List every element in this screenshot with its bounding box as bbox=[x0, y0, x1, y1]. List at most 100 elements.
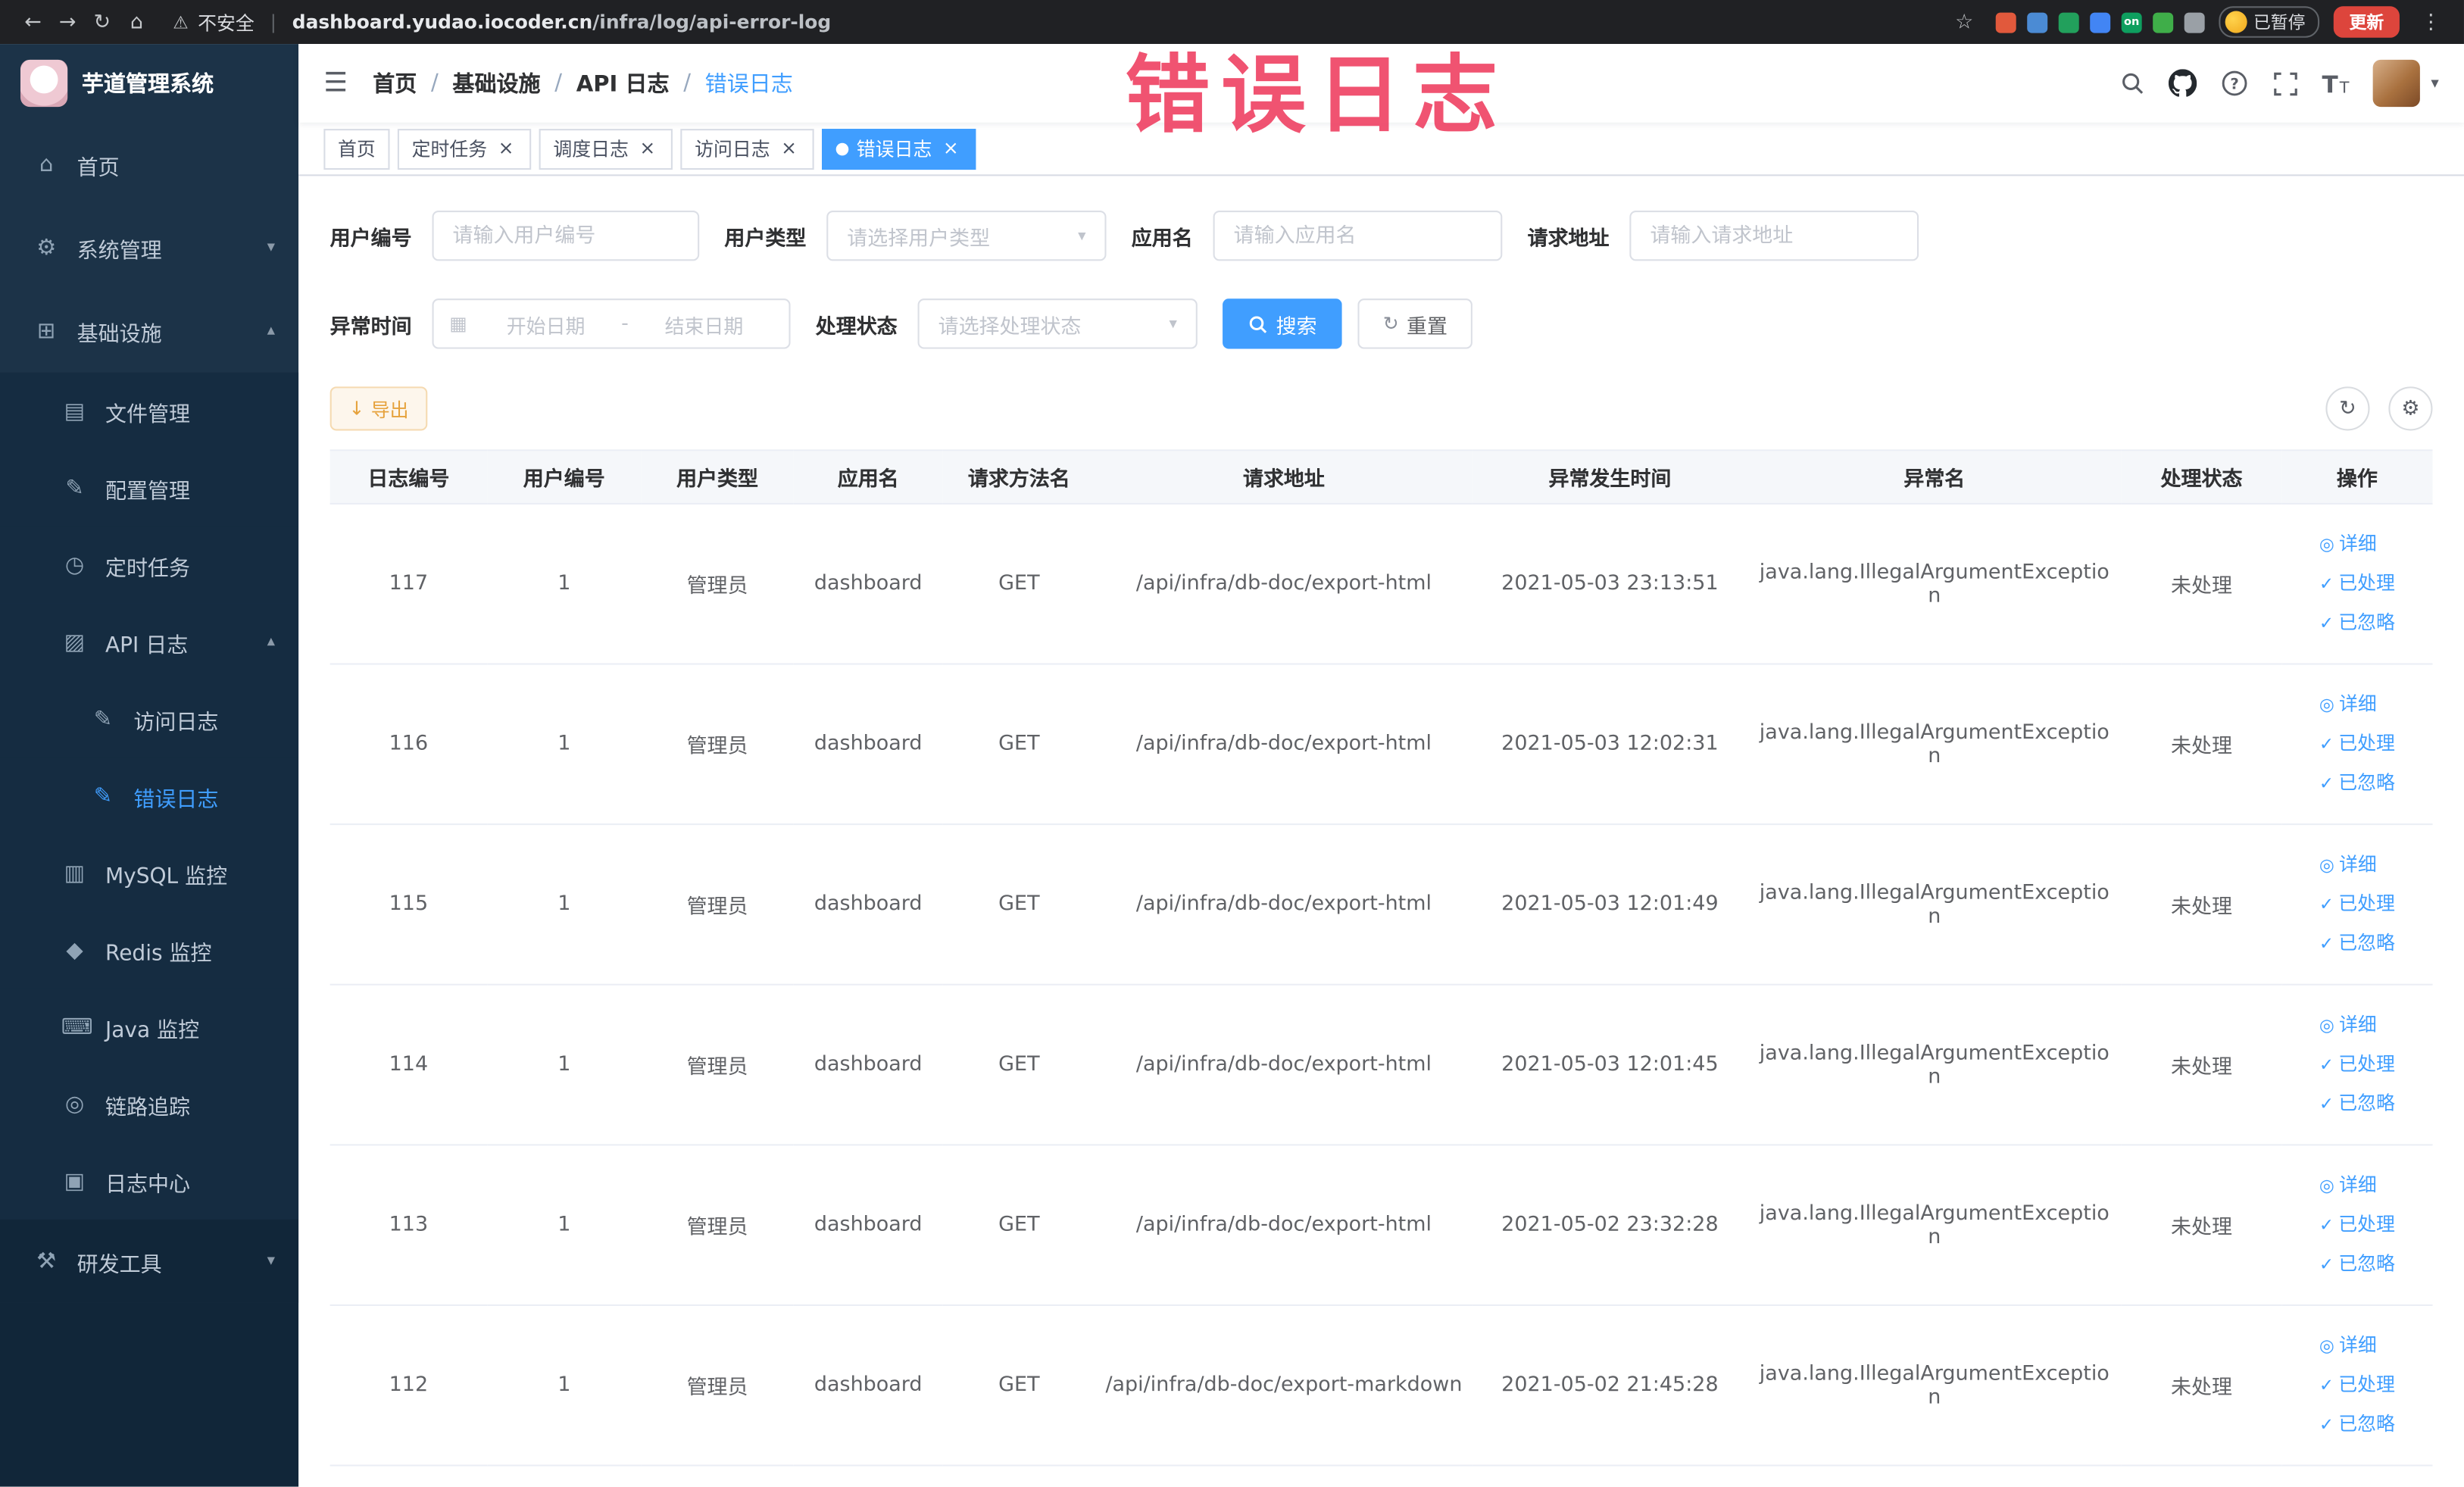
forward-button[interactable]: → bbox=[50, 10, 85, 33]
sidebar-logo[interactable]: 芋道管理系统 bbox=[0, 44, 298, 123]
menu-kebab-icon[interactable]: ⋮ bbox=[2414, 10, 2449, 33]
sidebar-item-infrastructure[interactable]: ⊞ 基础设施 ▴ bbox=[0, 289, 298, 373]
column-settings-button[interactable]: ⚙ bbox=[2388, 386, 2433, 431]
breadcrumb-infrastructure[interactable]: 基础设施 bbox=[452, 67, 540, 98]
sidebar-item-mysql-monitor[interactable]: ▥ MySQL 监控 bbox=[0, 834, 299, 912]
sidebar-item-java-monitor[interactable]: ⌨ Java 监控 bbox=[0, 988, 299, 1066]
processed-link[interactable]: ✓ 已处理 bbox=[2319, 1366, 2395, 1405]
sidebar-item-config-mgmt[interactable]: ✎ 配置管理 bbox=[0, 449, 299, 526]
breadcrumb-separator: / bbox=[554, 70, 563, 96]
infrastructure-icon: ⊞ bbox=[37, 318, 56, 344]
browser-home-button[interactable]: ⌂ bbox=[120, 10, 155, 33]
sidebar-item-api-log[interactable]: ▨ API 日志 ▴ bbox=[0, 603, 299, 681]
paused-badge[interactable]: 已暂停 bbox=[2219, 6, 2320, 38]
back-button[interactable]: ← bbox=[16, 10, 51, 33]
extension-green-circle[interactable] bbox=[2058, 11, 2079, 33]
sidebar-item-error-log[interactable]: ✎ 错误日志 bbox=[0, 757, 299, 835]
close-icon[interactable]: × bbox=[940, 136, 962, 160]
bookmark-star-icon[interactable]: ☆ bbox=[1947, 10, 1982, 33]
user-type-select[interactable]: 请选择用户类型 ▾ bbox=[826, 210, 1107, 261]
ignored-link[interactable]: ✓ 已忽略 bbox=[2319, 604, 2395, 643]
ignored-link[interactable]: ✓ 已忽略 bbox=[2319, 1084, 2395, 1123]
chevron-down-icon: ▾ bbox=[1078, 226, 1086, 245]
tab-label: 调度日志 bbox=[553, 138, 629, 161]
app-name-input[interactable] bbox=[1213, 210, 1503, 261]
sidebar-item-redis-monitor[interactable]: ◆ Redis 监控 bbox=[0, 911, 299, 989]
tab-home[interactable]: 首页 bbox=[323, 128, 390, 170]
search-button[interactable]: 搜索 bbox=[1223, 298, 1342, 349]
detail-link[interactable]: ◎ 详细 bbox=[2319, 1006, 2377, 1045]
breadcrumb-home[interactable]: 首页 bbox=[373, 67, 417, 98]
avatar-caret-icon[interactable]: ▾ bbox=[2431, 75, 2438, 92]
search-icon[interactable] bbox=[2119, 69, 2144, 97]
sidebar-item-dev-tools[interactable]: ⚒ 研发工具 ▾ bbox=[0, 1219, 299, 1303]
ignored-link[interactable]: ✓ 已忽略 bbox=[2319, 1405, 2395, 1445]
detail-link[interactable]: ◎ 详细 bbox=[2319, 1326, 2377, 1366]
date-end-placeholder: 结束日期 bbox=[664, 313, 744, 338]
tab-error-log[interactable]: 错误日志 × bbox=[822, 128, 976, 170]
user-avatar[interactable] bbox=[2372, 59, 2420, 108]
processed-link[interactable]: ✓ 已处理 bbox=[2319, 885, 2395, 924]
extension-orange[interactable] bbox=[1995, 11, 2016, 33]
extension-grid[interactable] bbox=[2090, 11, 2111, 33]
sidebar-item-log-center[interactable]: ▣ 日志中心 bbox=[0, 1142, 299, 1220]
ignored-link[interactable]: ✓ 已忽略 bbox=[2319, 1245, 2395, 1284]
chevron-up-icon: ▴ bbox=[267, 322, 276, 340]
close-icon[interactable]: × bbox=[495, 136, 517, 160]
check-icon: ✓ bbox=[2319, 1254, 2334, 1275]
sidebar-item-file-mgmt[interactable]: ▤ 文件管理 bbox=[0, 372, 299, 450]
warning-icon: ⚠ bbox=[173, 11, 189, 33]
app-frame: 芋道管理系统 ⌂ 首页 ⚙ 系统管理 ▾ ⊞ 基础设施 ▴ ▤ 文件管理 ✎ 配置管理 ◷ 定时任务 ▨ AP… bbox=[0, 44, 2464, 1487]
cell-method: GET bbox=[942, 984, 1095, 1146]
detail-link[interactable]: ◎ 详细 bbox=[2319, 845, 2377, 885]
processed-link[interactable]: ✓ 已处理 bbox=[2319, 1045, 2395, 1085]
request-url-input[interactable] bbox=[1629, 210, 1919, 261]
reset-button[interactable]: ↻ 重置 bbox=[1357, 298, 1473, 349]
detail-link[interactable]: ◎ 详细 bbox=[2319, 525, 2377, 564]
extension-leaf[interactable] bbox=[2153, 11, 2174, 33]
ignored-link[interactable]: ✓ 已忽略 bbox=[2319, 924, 2395, 964]
tab-access-log[interactable]: 访问日志 × bbox=[680, 128, 814, 170]
sidebar-item-label: Java 监控 bbox=[105, 1017, 200, 1043]
font-size-icon[interactable]: TT bbox=[2322, 69, 2349, 97]
sidebar-item-system-mgmt[interactable]: ⚙ 系统管理 ▾ bbox=[0, 206, 298, 289]
tab-schedule-log[interactable]: 调度日志 × bbox=[539, 128, 673, 170]
tab-label: 首页 bbox=[338, 138, 376, 161]
sidebar-item-scheduled-tasks[interactable]: ◷ 定时任务 bbox=[0, 526, 299, 604]
export-button[interactable]: ↓ 导出 bbox=[329, 386, 428, 431]
view-icon: ◎ bbox=[2319, 694, 2334, 715]
extension-on-badge[interactable]: on bbox=[2121, 11, 2142, 33]
help-icon[interactable]: ? bbox=[2220, 69, 2248, 97]
process-status-select[interactable]: 请选择处理状态 ▾ bbox=[917, 298, 1198, 349]
sidebar-item-access-log[interactable]: ✎ 访问日志 bbox=[0, 680, 299, 758]
user-id-input[interactable] bbox=[432, 210, 700, 261]
fullscreen-icon[interactable] bbox=[2272, 69, 2298, 97]
address-bar[interactable]: ⚠ 不安全 | dashboard.yudao.iocoder.cn/infra… bbox=[173, 8, 831, 35]
processed-link[interactable]: ✓ 已处理 bbox=[2319, 724, 2395, 764]
detail-link[interactable]: ◎ 详细 bbox=[2319, 1166, 2377, 1205]
action-label: 已忽略 bbox=[2338, 1092, 2395, 1114]
detail-link[interactable]: ◎ 详细 bbox=[2319, 686, 2377, 725]
extension-puzzle[interactable] bbox=[2184, 11, 2205, 33]
extensions-tray: on bbox=[1995, 11, 2205, 33]
processed-link[interactable]: ✓ 已处理 bbox=[2319, 564, 2395, 604]
filter-form-row-2: 异常时间 ▦ 开始日期 - 结束日期 处理状态 请选择处理状态 ▾ 搜索 ↻ 重… bbox=[330, 298, 2433, 349]
update-button[interactable]: 更新 bbox=[2333, 6, 2400, 38]
breadcrumb-api-log[interactable]: API 日志 bbox=[576, 67, 670, 98]
refresh-table-button[interactable]: ↻ bbox=[2325, 386, 2370, 431]
cell-request-url: /api/infra/db-doc/export-markdown bbox=[1095, 1304, 1472, 1467]
close-icon[interactable]: × bbox=[778, 136, 800, 160]
tab-scheduled-tasks[interactable]: 定时任务 × bbox=[397, 128, 532, 170]
sidebar-item-link-trace[interactable]: ◎ 链路追踪 bbox=[0, 1065, 299, 1143]
svg-text:?: ? bbox=[2230, 75, 2238, 92]
processed-link[interactable]: ✓ 已处理 bbox=[2319, 1205, 2395, 1245]
logo-avatar bbox=[20, 59, 68, 108]
reload-button[interactable]: ↻ bbox=[85, 10, 120, 33]
github-icon[interactable] bbox=[2168, 69, 2197, 97]
sidebar-toggle-icon[interactable]: ☰ bbox=[323, 67, 348, 98]
extension-blue[interactable] bbox=[2027, 11, 2048, 33]
close-icon[interactable]: × bbox=[636, 136, 658, 160]
exception-time-range-picker[interactable]: ▦ 开始日期 - 结束日期 bbox=[432, 298, 791, 349]
sidebar-item-home[interactable]: ⌂ 首页 bbox=[0, 123, 298, 206]
ignored-link[interactable]: ✓ 已忽略 bbox=[2319, 764, 2395, 803]
